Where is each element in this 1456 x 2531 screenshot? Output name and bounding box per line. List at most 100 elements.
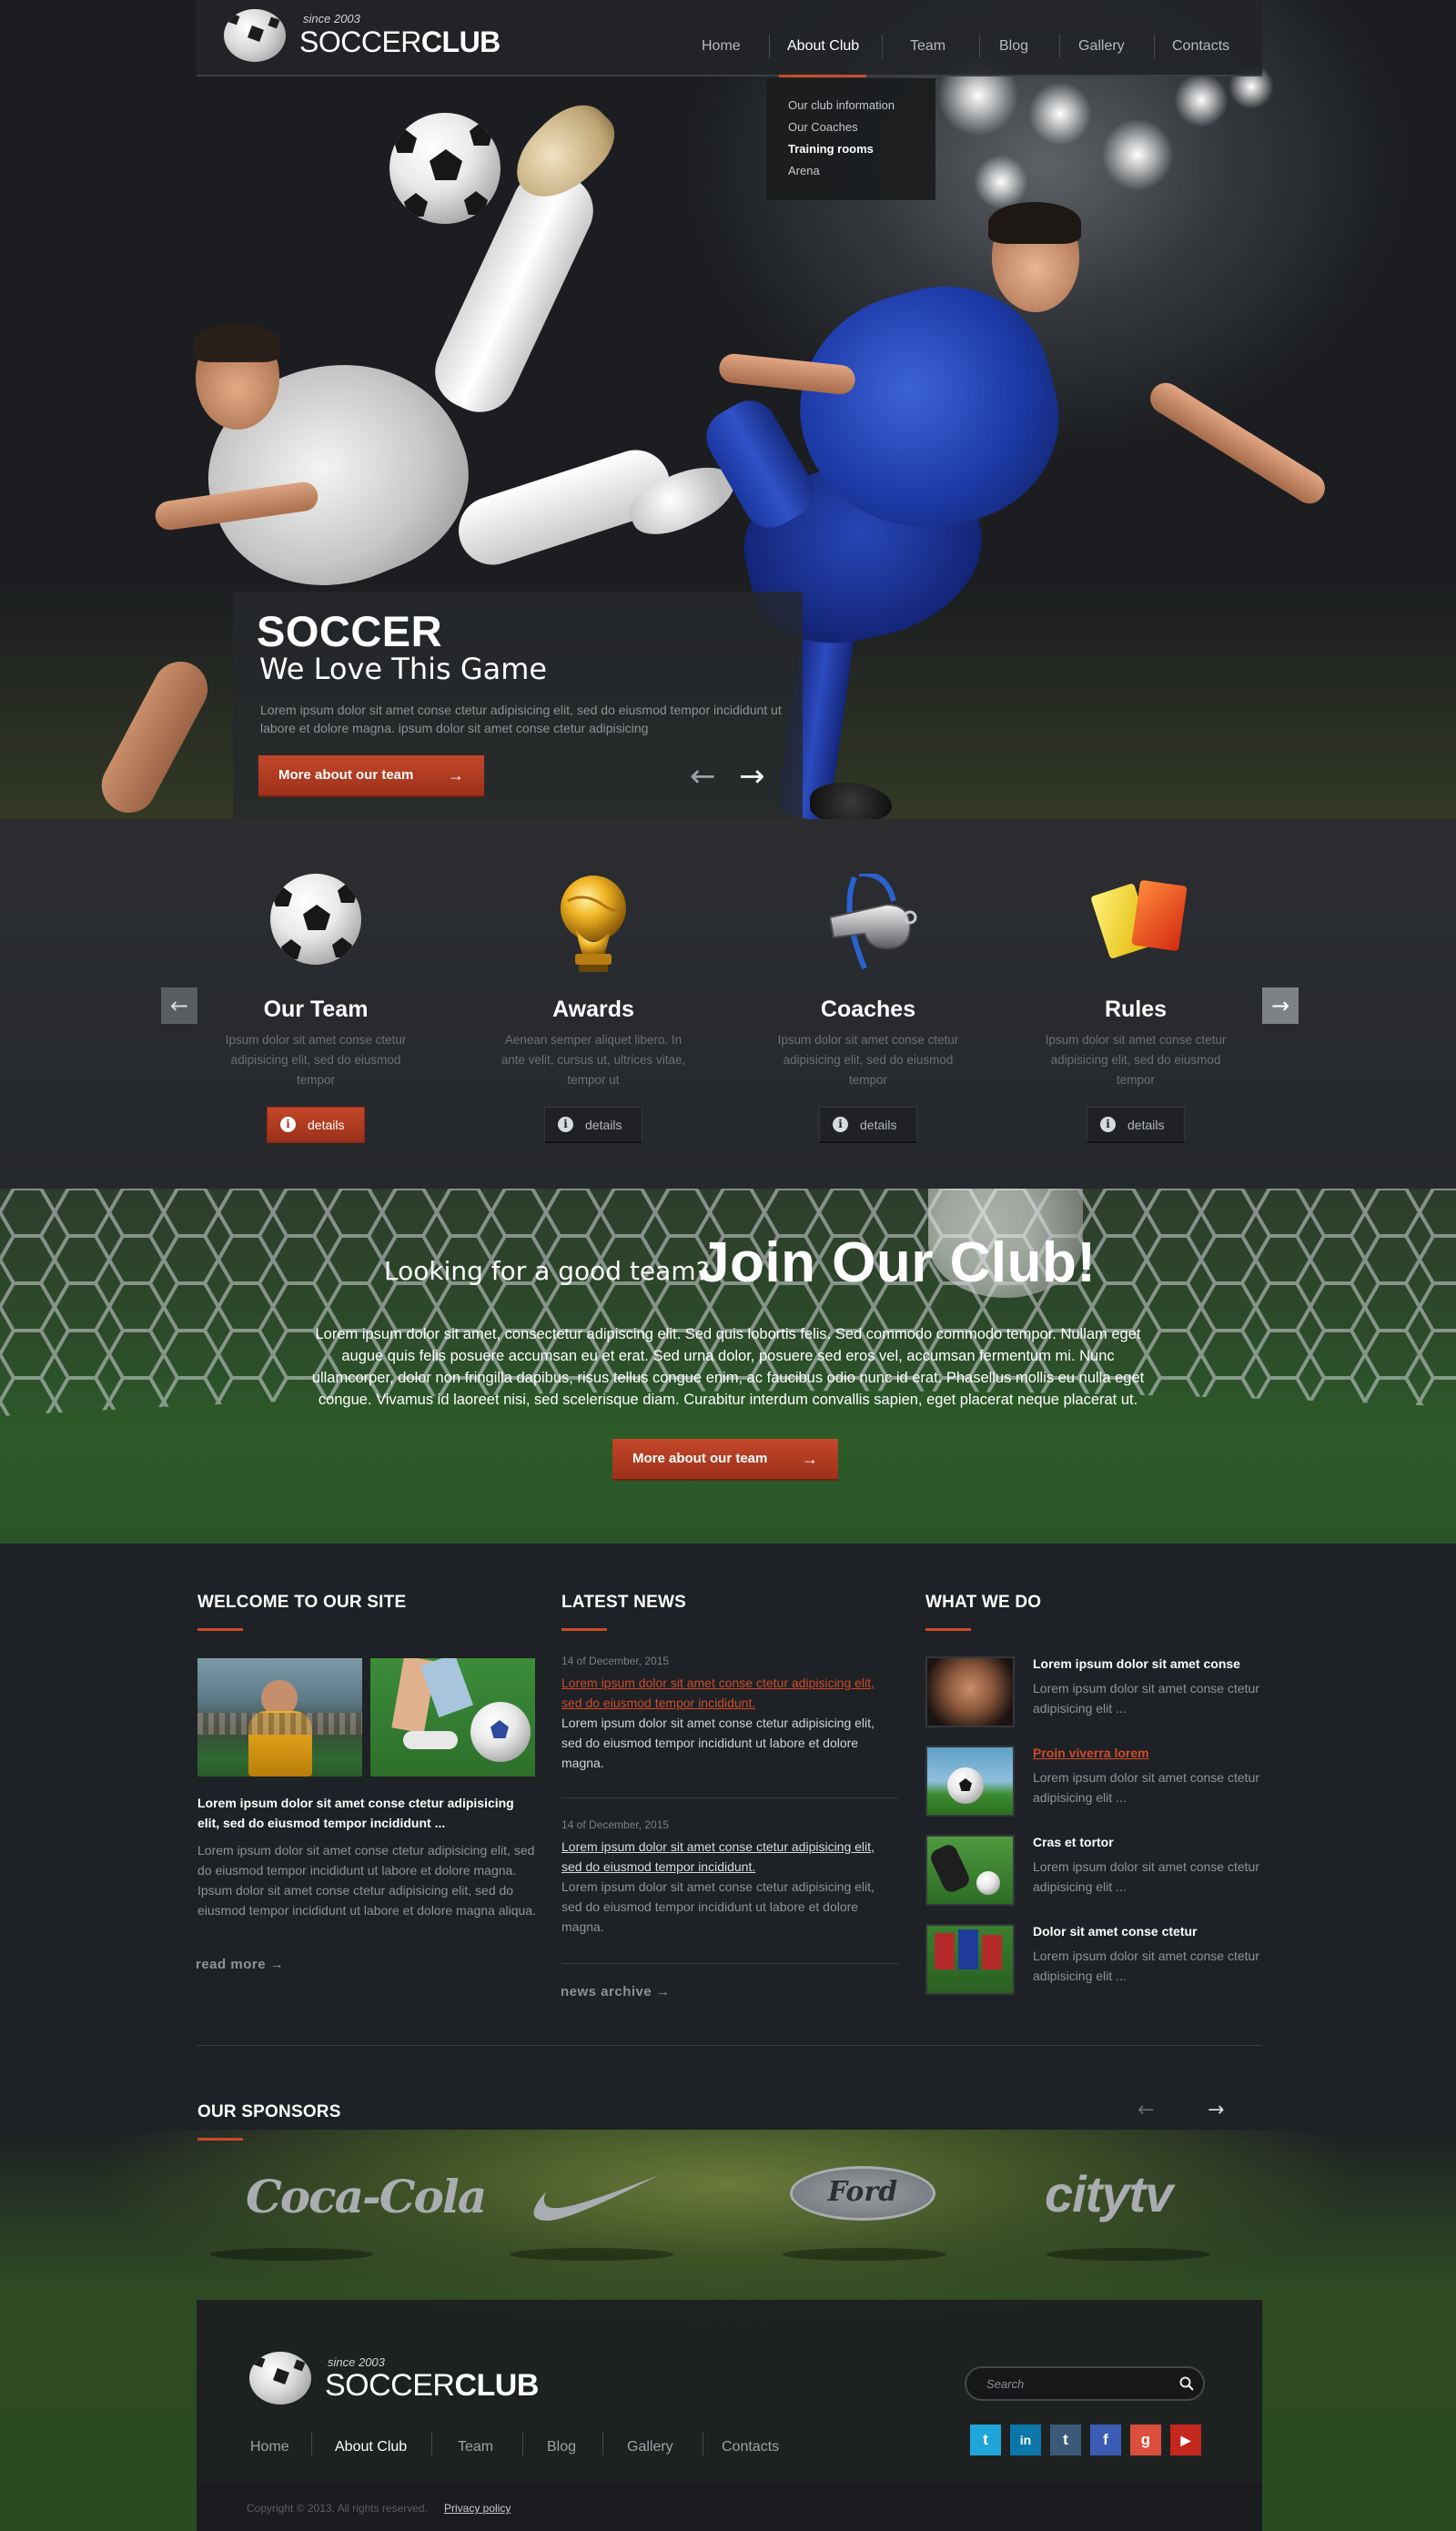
stadium-light (1101, 118, 1174, 191)
footer-logo[interactable]: SOCCERCLUB (325, 2368, 539, 2404)
arrow-right-icon[interactable]: → (1208, 2099, 1224, 2121)
footer-nav-contacts[interactable]: Contacts (722, 2439, 779, 2455)
twitter-icon[interactable]: t (970, 2425, 1001, 2455)
wwd-item-text: Lorem ipsum dolor sit amet conse ctetur … (1033, 1949, 1259, 1983)
join-text: Lorem ipsum dolor sit amet, consectetur … (311, 1326, 1145, 1408)
wwd-item-title[interactable]: Proin viverra lorem (1033, 1746, 1149, 1760)
ford-logo-text: Ford (827, 2176, 898, 2208)
footer-logo-tagline: since 2003 (328, 2355, 385, 2369)
youtube-icon[interactable]: ▶ (1170, 2425, 1201, 2455)
search-input[interactable]: Search (986, 2377, 1024, 2391)
arrow-right-icon: → (802, 1450, 818, 1468)
sponsor-ford-logo[interactable]: Ford (790, 2166, 935, 2221)
header-nav: since 2003 SOCCERCLUB Home About Club Te… (197, 0, 1262, 76)
info-icon: i (1100, 1117, 1116, 1132)
news-headline-link[interactable]: Lorem ipsum dolor sit amet conse ctetur … (561, 1837, 898, 1877)
nike-swoosh-icon (533, 2175, 659, 2221)
join-title: Join Our Club! (698, 1231, 1097, 1294)
footer-nav-team[interactable]: Team (458, 2439, 493, 2455)
player-kick-photo[interactable] (370, 1658, 535, 1777)
info-icon: i (833, 1117, 848, 1132)
news-title: LATEST NEWS (561, 1593, 686, 1612)
welcome-text: Lorem ipsum dolor sit amet conse ctetur … (197, 1843, 537, 1918)
nav-blog[interactable]: Blog (999, 38, 1028, 55)
details-label: details (308, 1118, 345, 1132)
about-club-dropdown: Our club information Our Coaches Trainin… (766, 78, 935, 200)
nav-team[interactable]: Team (910, 38, 945, 55)
wwd-thumbnail[interactable] (925, 1835, 1015, 1906)
section-accent-bar (925, 1628, 971, 1631)
whistle-icon (823, 870, 917, 970)
sponsors-title: OUR SPONSORS (197, 2102, 341, 2121)
news-headline-link[interactable]: Lorem ipsum dolor sit amet conse ctetur … (561, 1673, 898, 1713)
arrow-right-icon[interactable]: → (739, 761, 765, 792)
wwd-item-text: Lorem ipsum dolor sit amet conse ctetur … (1033, 1859, 1259, 1894)
nav-separator (979, 35, 980, 58)
dropdown-arena[interactable]: Arena (788, 164, 820, 177)
read-more-link[interactable]: read more → (196, 1957, 284, 1972)
news-archive-link[interactable]: news archive → (561, 1984, 670, 1999)
google-plus-icon[interactable]: g (1130, 2425, 1161, 2455)
wwd-thumbnail[interactable] (925, 1746, 1015, 1817)
nav-separator (769, 35, 770, 58)
details-button[interactable]: i details (819, 1107, 917, 1143)
details-button[interactable]: i details (544, 1107, 642, 1143)
news-date: 14 of December, 2015 (561, 1655, 670, 1667)
details-button[interactable]: i details (267, 1107, 365, 1143)
nav-home[interactable]: Home (702, 38, 741, 55)
facebook-icon[interactable]: f (1090, 2425, 1121, 2455)
sponsor-nike-logo[interactable] (526, 2173, 661, 2226)
section-accent-bar (197, 2138, 243, 2141)
linkedin-icon[interactable]: in (1010, 2425, 1041, 2455)
wwd-item-title[interactable]: Dolor sit amet conse ctetur (1033, 1924, 1198, 1939)
hero-caption: SOCCER We Love This Game Lorem ipsum dol… (233, 592, 803, 819)
privacy-policy-link[interactable]: Privacy policy (444, 2502, 511, 2515)
nav-gallery[interactable]: Gallery (1078, 38, 1125, 55)
logo-ball-icon (249, 2352, 311, 2404)
feature-text: Ipsum dolor sit amet conse ctetur adipis… (225, 1033, 407, 1087)
footer-nav-gallery[interactable]: Gallery (627, 2439, 673, 2455)
wwd-thumbnail[interactable] (925, 1924, 1015, 1995)
join-more-button[interactable]: More about our team → (612, 1439, 838, 1481)
join-more-label: More about our team (632, 1451, 768, 1466)
tumblr-icon[interactable]: t (1050, 2425, 1081, 2455)
sponsor-coca-cola-logo[interactable]: Coca-Cola (246, 2170, 487, 2223)
goalkeeper-photo[interactable] (197, 1658, 362, 1777)
info-icon: i (558, 1117, 573, 1132)
arrow-left-icon[interactable]: ← (1138, 2099, 1154, 2121)
stadium-light (1028, 82, 1092, 146)
wwd-thumbnail[interactable] (925, 1656, 1015, 1727)
search-field[interactable]: Search (965, 2366, 1205, 2401)
dropdown-our-coaches[interactable]: Our Coaches (788, 120, 858, 134)
logo[interactable]: SOCCERCLUB (299, 25, 500, 59)
feature-text: Ipsum dolor sit amet conse ctetur adipis… (777, 1033, 959, 1087)
sponsor-citytv-logo[interactable]: citytv (1045, 2164, 1173, 2223)
logo-shadow (209, 2248, 373, 2261)
dropdown-training-rooms[interactable]: Training rooms (788, 142, 874, 156)
footer-nav-blog[interactable]: Blog (547, 2439, 576, 2455)
carousel-next-icon[interactable]: → (1262, 987, 1299, 1024)
logo-name-light: SOCCER (325, 2368, 455, 2403)
soccer-ball-icon (270, 874, 361, 965)
footer-nav-home[interactable]: Home (250, 2439, 289, 2455)
wwd-item-title[interactable]: Cras et tortor (1033, 1835, 1114, 1849)
footer-nav-separator (311, 2432, 312, 2455)
details-button[interactable]: i details (1087, 1107, 1185, 1143)
logo-shadow (1046, 2248, 1210, 2261)
search-icon[interactable] (1179, 2376, 1194, 2391)
dropdown-our-club-information[interactable]: Our club information (788, 98, 895, 112)
carousel-prev-icon[interactable]: ← (161, 987, 197, 1024)
features-carousel: ← → Our Team Ipsum dolor sit amet conse … (0, 819, 1456, 1189)
logo-tagline: since 2003 (303, 12, 360, 25)
feature-text: Ipsum dolor sit amet conse ctetur adipis… (1045, 1033, 1227, 1087)
nav-separator (1059, 35, 1060, 58)
hero-more-button[interactable]: More about our team → (258, 755, 484, 797)
section-accent-bar (561, 1628, 607, 1631)
hero-title: SOCCER (257, 607, 443, 655)
nav-about-club[interactable]: About Club (787, 38, 859, 55)
wwd-item-title[interactable]: Lorem ipsum dolor sit amet conse (1033, 1656, 1240, 1671)
footer-nav-about-club[interactable]: About Club (335, 2439, 407, 2455)
copyright: Copyright © 2013. All rights reserved. (247, 2502, 428, 2515)
nav-contacts[interactable]: Contacts (1172, 38, 1229, 55)
arrow-left-icon[interactable]: ← (690, 761, 716, 792)
